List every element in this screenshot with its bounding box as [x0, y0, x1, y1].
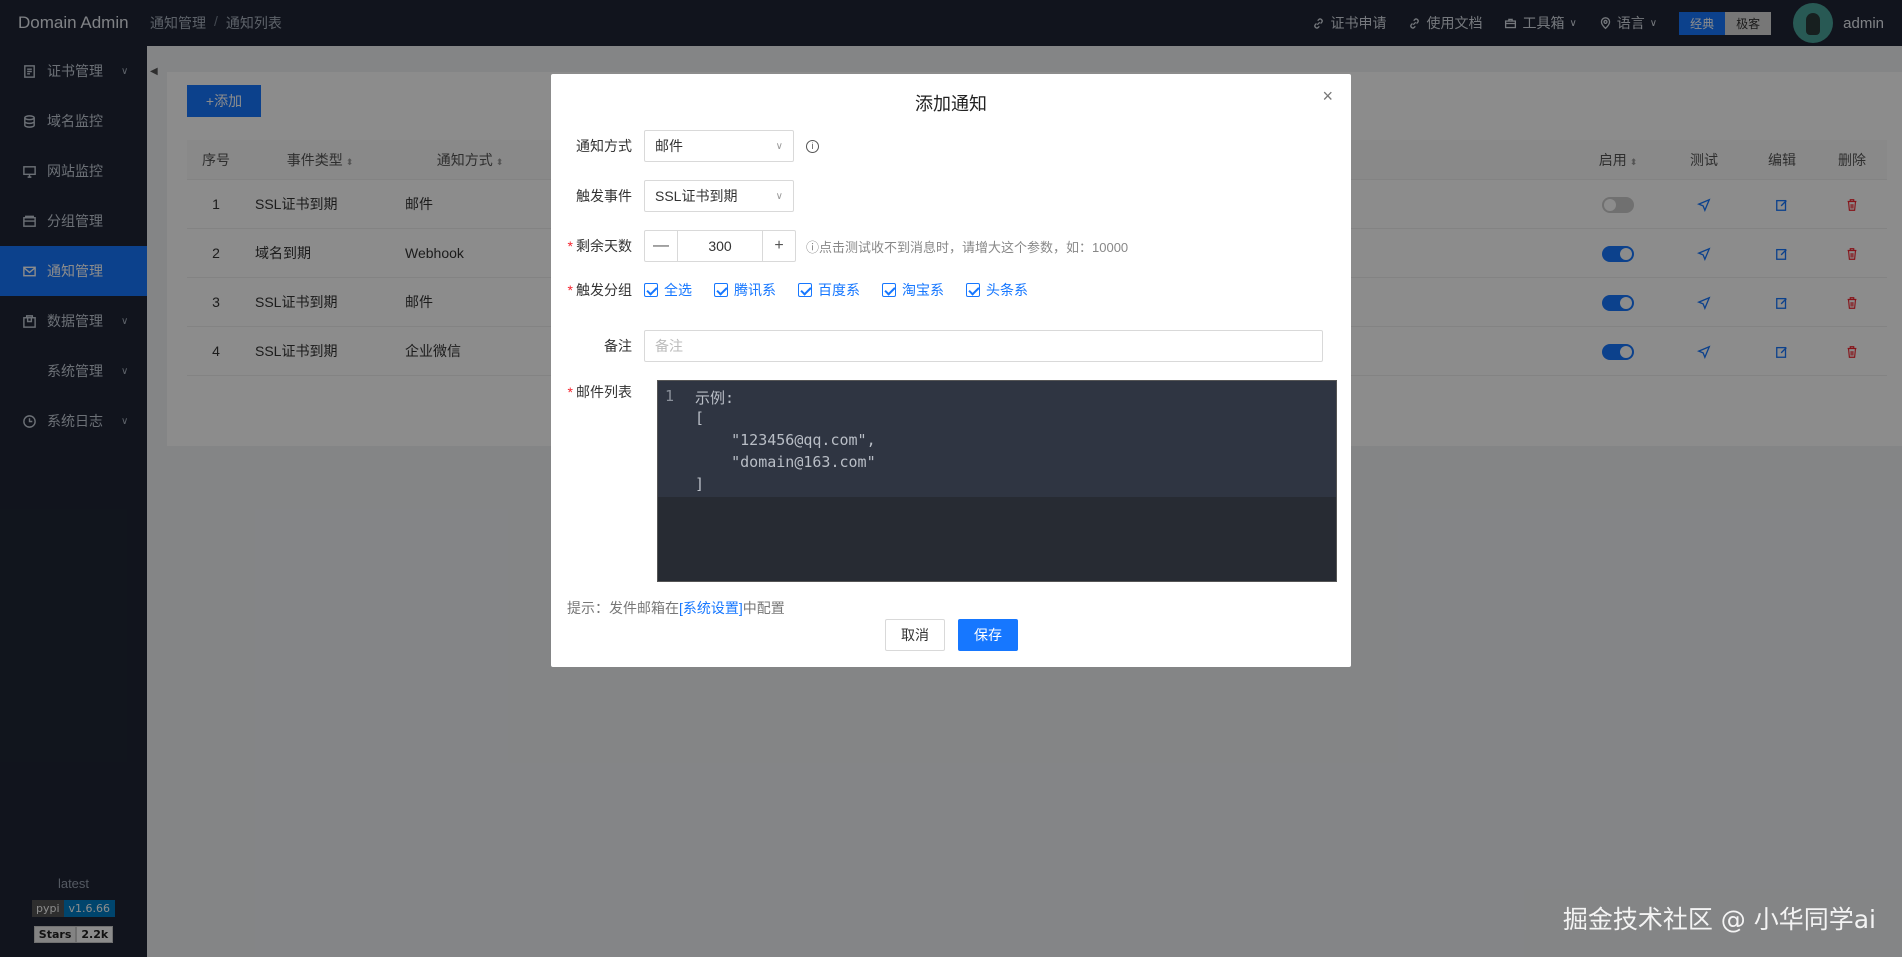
editor-line: ] — [695, 475, 705, 493]
trigger-event-row: 触发事件 SSL证书到期 ∨ — [551, 180, 794, 212]
increment-button[interactable]: + — [763, 231, 795, 261]
add-notification-dialog: 添加通知 × 通知方式 邮件 ∨ i 触发事件 SSL证书到期 ∨ * 剩余天数 … — [551, 74, 1351, 667]
editor-line: 示例: — [695, 389, 735, 407]
info-icon[interactable]: i — [806, 139, 819, 153]
remaining-days-stepper: — 300 + — [644, 230, 796, 262]
checkbox — [798, 283, 812, 297]
checkbox — [714, 283, 728, 297]
chevron-down-icon: ∨ — [775, 190, 783, 202]
editor-line: "domain@163.com" — [695, 453, 876, 471]
save-button[interactable]: 保存 — [958, 619, 1018, 651]
decrement-button[interactable]: — — [645, 231, 677, 261]
group-checkbox-baidu[interactable]: 百度系 — [798, 280, 860, 300]
group-checkbox-all[interactable]: 全选 — [644, 280, 692, 300]
remark-row: 备注 备注 — [551, 330, 1323, 362]
email-list-editor[interactable]: 1 示例: [ "123456@qq.com", "domain@163.com… — [657, 380, 1337, 582]
checkbox — [644, 283, 658, 297]
close-icon[interactable]: × — [1322, 86, 1333, 107]
editor-line: [ — [695, 409, 705, 427]
system-settings-link[interactable]: [系统设置] — [679, 600, 743, 616]
trigger-event-select[interactable]: SSL证书到期 ∨ — [644, 180, 794, 212]
group-checkbox-taobao[interactable]: 淘宝系 — [882, 280, 944, 300]
line-number: 1 — [665, 387, 675, 405]
chevron-down-icon: ∨ — [775, 140, 783, 152]
remark-input[interactable]: 备注 — [644, 330, 1323, 362]
group-checkbox-toutiao[interactable]: 头条系 — [966, 280, 1028, 300]
email-list-row: * 邮件列表 — [567, 384, 632, 400]
editor-line: "123456@qq.com", — [695, 431, 876, 449]
smtp-tip: 提示：发件邮箱在[系统设置]中配置 — [567, 600, 785, 616]
notify-way-select[interactable]: 邮件 ∨ — [644, 130, 794, 162]
trigger-group-row: * 触发分组 全选 腾讯系 百度系 淘宝系 头条系 — [567, 280, 1028, 300]
checkbox — [966, 283, 980, 297]
dialog-title: 添加通知 — [915, 94, 987, 114]
remaining-days-row: * 剩余天数 — 300 + ⓘ点击测试收不到消息时，请增大这个参数，如：1000… — [551, 230, 1128, 262]
notify-way-row: 通知方式 邮件 ∨ i — [551, 130, 819, 162]
remaining-days-input[interactable]: 300 — [677, 231, 763, 261]
group-checkbox-tencent[interactable]: 腾讯系 — [714, 280, 776, 300]
watermark: 掘金技术社区 @ 小华同学ai — [1562, 905, 1876, 934]
days-hint: ⓘ点击测试收不到消息时，请增大这个参数，如：10000 — [806, 239, 1129, 255]
cancel-button[interactable]: 取消 — [885, 619, 945, 651]
checkbox — [882, 283, 896, 297]
